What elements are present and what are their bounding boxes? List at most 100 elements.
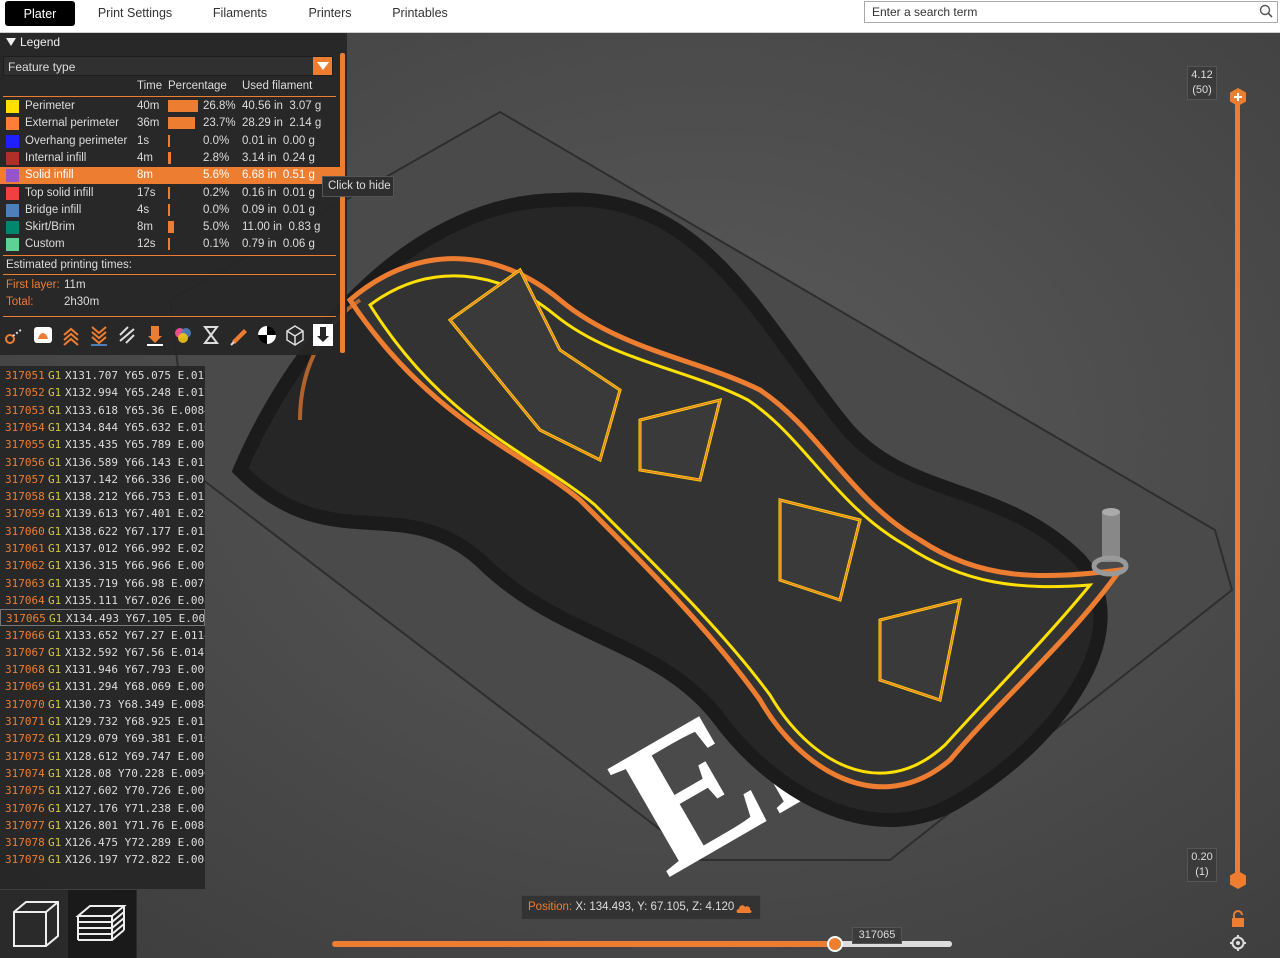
feature-row[interactable]: Perimeter 40m 26.8% 40.56 in 3.07 g	[0, 98, 340, 115]
legend-header[interactable]: Legend	[0, 33, 347, 52]
tab-printables[interactable]: Printables	[386, 0, 454, 26]
gcode-line-number: 317068	[5, 663, 45, 677]
gcode-arguments: X128.612 Y69.747 E.00795	[65, 749, 205, 763]
gcode-line[interactable]: 317070 G1 X130.73 Y68.349 E.00844	[0, 696, 205, 713]
feature-row[interactable]: Internal infill 4m 2.8% 3.14 in 0.24 g	[0, 150, 340, 167]
gcode-command: G1	[48, 576, 62, 590]
gcode-line[interactable]: 317071G1X129.732 Y68.925 E.01544	[0, 713, 205, 730]
search-input[interactable]: Enter a search term	[864, 1, 1278, 23]
feature-used-filament: 28.29 in 2.14 g	[242, 117, 322, 130]
cog-icon[interactable]	[256, 323, 278, 347]
feature-percentage: 2.8%	[203, 151, 230, 164]
retractions-icon[interactable]	[60, 323, 82, 347]
feature-percentage-bar	[168, 203, 170, 216]
feature-time: 8m	[137, 221, 153, 234]
gcode-line-number: 317055	[5, 438, 45, 452]
feature-row[interactable]: External perimeter 36m 23.7% 28.29 in 2.14 …	[0, 115, 340, 132]
gcode-line[interactable]: 317059G1X139.613 Y67.401 E.02068	[0, 505, 205, 522]
gcode-line[interactable]: 317060G1X138.622 Y67.177 E.01361	[0, 523, 205, 540]
gcode-line[interactable]: 317055G1X135.435 Y65.789 E.00819	[0, 436, 205, 453]
lock-icon[interactable]	[1229, 910, 1247, 928]
gcode-command: G1	[48, 420, 62, 434]
search-icon[interactable]	[1259, 4, 1273, 18]
gcode-line[interactable]: 317075G1X127.602 Y70.726 E.00925	[0, 782, 205, 799]
gcode-line[interactable]: 317058G1X138.212 Y66.753 E.01539	[0, 488, 205, 505]
gcode-arguments: X126.801 Y71.76 E.00861	[65, 818, 205, 832]
layers-view-button[interactable]	[68, 890, 136, 958]
gcode-line[interactable]: 317078G1X126.475 Y72.289 E.00833	[0, 834, 205, 851]
gcode-line-number: 317077	[5, 818, 45, 832]
gcode-line[interactable]: 317076G1X127.176 Y71.238 E.00892	[0, 800, 205, 817]
feature-percentage-bar	[168, 117, 195, 130]
collapse-triangle-icon[interactable]	[6, 38, 16, 46]
gcode-line[interactable]: 317052 G1 X132.994 Y65.248 E.0174	[0, 384, 205, 401]
gcode-line[interactable]: 317062G1X136.315 Y66.966 E.00935	[0, 557, 205, 574]
wipe-icon[interactable]	[32, 323, 54, 347]
gcode-viewer: 317051G1X131.707 Y65.075 E.01768317052G1…	[0, 366, 205, 889]
gcode-line[interactable]: 317064G1X135.111 Y67.026 E.00817	[0, 592, 205, 609]
tab-print-settings[interactable]: Print Settings	[92, 0, 178, 26]
tool-marker-icon[interactable]	[312, 323, 334, 347]
legend-scrollbar[interactable]	[340, 53, 345, 353]
feature-name: Bridge infill	[25, 203, 82, 216]
tab-printers[interactable]: Printers	[302, 0, 358, 26]
dropdown-button[interactable]	[313, 57, 332, 75]
gcode-line[interactable]: 317079G1X126.197 Y72.822 E.00805	[0, 851, 205, 868]
layer-slider-track[interactable]	[1235, 97, 1240, 881]
gcode-line[interactable]: 317068 G1 X131.946 Y67.793 E.0092	[0, 661, 205, 678]
feature-time: 4m	[137, 151, 153, 164]
gcode-line[interactable]: 317074 G1 X128.08 Y70.228 E.00961	[0, 765, 205, 782]
gcode-line[interactable]: 317054G1X134.844 Y65.632 E.01683	[0, 419, 205, 436]
feature-percentage-bar	[168, 186, 170, 199]
gcode-line[interactable]: 317051G1X131.707 Y65.075 E.01768	[0, 367, 205, 384]
gcode-line[interactable]: 317069G1X131.294 Y68.069 E.00949	[0, 678, 205, 695]
gcode-command: G1	[48, 593, 62, 607]
gcode-line[interactable]: 317073G1X128.612 Y69.747 E.00795	[0, 748, 205, 765]
gcode-arguments: X135.435 Y65.789 E.00819	[65, 438, 205, 452]
gcode-line[interactable]: 317065G1X134.493 Y67.105 E.00835	[0, 609, 205, 627]
pause-icon[interactable]	[200, 323, 222, 347]
feature-row[interactable]: Top solid infill 17s 0.2% 0.16 in 0.01 g	[0, 185, 340, 202]
gcode-line[interactable]: 317061G1X137.012 Y66.992 E.02171	[0, 540, 205, 557]
tool-changes-icon[interactable]	[144, 323, 166, 347]
position-label: Position:	[528, 901, 573, 913]
top-layer-thumb[interactable]	[1229, 88, 1247, 106]
tab-filaments[interactable]: Filaments	[206, 0, 274, 26]
gcode-line[interactable]: 317056G1X136.589 Y66.143 E.01617	[0, 454, 205, 471]
deretractions-icon[interactable]	[88, 323, 110, 347]
feature-row[interactable]: Solid infill 8m 5.6% 6.68 in 0.51 g	[0, 167, 340, 185]
gcode-command: G1	[48, 732, 62, 746]
gcode-line[interactable]: 317057G1X137.142 Y66.336 E.00785	[0, 471, 205, 488]
gcode-line[interactable]: 317063 G1 X135.719 Y66.98 E.00799	[0, 575, 205, 592]
view-type-select[interactable]: Feature type	[3, 56, 333, 76]
feature-row[interactable]: Custom 12s 0.1% 0.79 in 0.06 g	[0, 236, 340, 253]
feature-row[interactable]: Skirt/Brim 8m 5.0% 11.00 in 0.83 g	[0, 219, 340, 236]
gcode-line[interactable]: 317066 G1 X133.652 Y67.27 E.01148	[0, 627, 205, 644]
gcode-line[interactable]: 317077 G1 X126.801 Y71.76 E.00861	[0, 817, 205, 834]
divider	[3, 96, 336, 97]
gcode-line[interactable]: 317053 G1 X133.618 Y65.36 E.00849	[0, 402, 205, 419]
feature-row[interactable]: Overhang perimeter 1s 0.0% 0.01 in 0.00 g	[0, 133, 340, 150]
feature-time: 36m	[137, 117, 160, 130]
moves-slider-label: 317065	[852, 927, 902, 944]
travel-icon[interactable]	[4, 323, 26, 347]
3d-view-button[interactable]	[0, 890, 68, 958]
gcode-arguments: X137.012 Y66.992 E.02171	[65, 542, 205, 555]
gcode-line[interactable]: 317072G1X129.079 Y69.381 E.01067	[0, 730, 205, 747]
gcode-line[interactable]: 317067 G1 X132.592 Y67.56 E.01472	[0, 644, 205, 661]
gcode-command: G1	[48, 836, 62, 850]
feature-used-filament: 0.01 in 0.00 g	[242, 134, 315, 147]
bottom-layer-thumb[interactable]	[1229, 871, 1247, 889]
tab-plater[interactable]: Plater	[5, 1, 75, 26]
moves-slider-thumb[interactable]	[827, 936, 843, 952]
feature-row[interactable]: Bridge infill 4s 0.0% 0.09 in 0.01 g	[0, 202, 340, 219]
seams-icon[interactable]	[116, 323, 138, 347]
cloud-icon[interactable]	[736, 902, 752, 914]
settings-gear-icon[interactable]	[1229, 934, 1247, 952]
custom-gcode-icon[interactable]	[228, 323, 250, 347]
gcode-arguments: X127.176 Y71.238 E.00892	[65, 801, 205, 815]
gcode-arguments: X136.315 Y66.966 E.00935	[65, 559, 205, 573]
color-changes-icon[interactable]	[172, 323, 194, 347]
shells-icon[interactable]	[284, 323, 306, 347]
gcode-command: G1	[48, 386, 62, 400]
